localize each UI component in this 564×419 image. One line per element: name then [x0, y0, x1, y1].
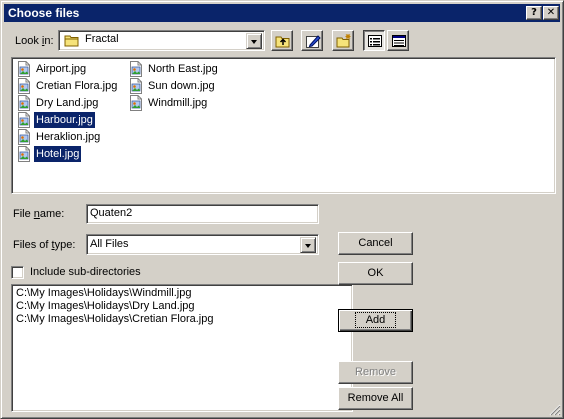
list-view-button[interactable]: [363, 30, 385, 51]
cancel-button[interactable]: Cancel: [338, 232, 413, 255]
selected-path-item[interactable]: C:\My Images\Holidays\Dry Land.jpg: [16, 300, 213, 313]
help-button[interactable]: ?: [526, 6, 542, 20]
look-in-combo[interactable]: Fractal: [58, 30, 265, 51]
choose-files-dialog: Choose files ? ✕ Look in: Fractal Airpor…: [0, 0, 564, 419]
jpg-file-icon: [18, 61, 30, 77]
edit-button[interactable]: [301, 30, 323, 51]
file-item[interactable]: Cretian Flora.jpg: [16, 78, 119, 94]
file-item[interactable]: Airport.jpg: [16, 61, 88, 77]
up-folder-button[interactable]: [271, 30, 293, 51]
selected-path-item[interactable]: C:\My Images\Holidays\Cretian Flora.jpg: [16, 313, 213, 326]
selected-files-list[interactable]: C:\My Images\Holidays\Windmill.jpg C:\My …: [11, 284, 353, 412]
details-view-icon: [392, 35, 406, 47]
file-item[interactable]: Heraklion.jpg: [16, 129, 102, 145]
file-name: Airport.jpg: [36, 63, 87, 75]
file-name: Sun down.jpg: [148, 80, 215, 92]
file-name-value: Quaten2: [90, 207, 133, 219]
jpg-file-icon: [18, 95, 30, 111]
look-in-dropdown-arrow[interactable]: [246, 33, 262, 49]
look-in-label: Look in:: [15, 35, 54, 47]
file-name: Cretian Flora.jpg: [36, 80, 118, 92]
jpg-file-icon: [18, 129, 30, 145]
file-name: Dry Land.jpg: [36, 97, 99, 109]
remove-all-button[interactable]: Remove All: [338, 387, 413, 410]
title-bar[interactable]: Choose files ? ✕: [4, 4, 560, 22]
jpg-file-icon: [130, 78, 142, 94]
up-folder-icon: [275, 36, 290, 48]
list-view-icon: [368, 35, 382, 47]
remove-button[interactable]: Remove: [338, 361, 413, 384]
selected-path-item[interactable]: C:\My Images\Holidays\Windmill.jpg: [16, 287, 213, 300]
file-item[interactable]: Harbour.jpg: [16, 112, 95, 128]
file-type-label: Files of type:: [13, 239, 76, 251]
look-in-value: Fractal: [85, 33, 119, 45]
include-subdirs-label[interactable]: Include sub-directories: [30, 266, 141, 278]
details-view-button[interactable]: [387, 30, 409, 51]
file-item[interactable]: Sun down.jpg: [128, 78, 217, 94]
file-name: North East.jpg: [148, 63, 218, 75]
file-type-dropdown-arrow[interactable]: [300, 237, 316, 253]
jpg-file-icon: [130, 61, 142, 77]
file-name: Harbour.jpg: [34, 112, 95, 128]
file-name: Hotel.jpg: [34, 146, 82, 162]
new-folder-button[interactable]: [332, 30, 354, 51]
jpg-file-icon: [18, 112, 30, 128]
file-item[interactable]: North East.jpg: [128, 61, 220, 77]
file-type-value: All Files: [90, 238, 129, 250]
close-button[interactable]: ✕: [543, 6, 559, 20]
jpg-file-icon: [18, 146, 30, 162]
include-subdirs-checkbox[interactable]: [11, 266, 24, 279]
window-title: Choose files: [8, 6, 80, 20]
file-name: Windmill.jpg: [148, 97, 208, 109]
selected-paths: C:\My Images\Holidays\Windmill.jpg C:\My …: [16, 287, 213, 326]
file-item[interactable]: Hotel.jpg: [16, 146, 82, 162]
file-name-field[interactable]: Quaten2: [86, 204, 319, 224]
ok-button[interactable]: OK: [338, 262, 413, 285]
file-name: Heraklion.jpg: [36, 131, 101, 143]
file-name-label: File name:: [13, 208, 65, 220]
size-grip-icon[interactable]: [549, 404, 561, 416]
file-type-combo[interactable]: All Files: [86, 234, 319, 255]
file-item[interactable]: Windmill.jpg: [128, 95, 209, 111]
add-button[interactable]: Add: [338, 309, 413, 332]
new-folder-icon: [336, 34, 351, 48]
folder-icon: [64, 35, 79, 47]
jpg-file-icon: [130, 95, 142, 111]
jpg-file-icon: [18, 78, 30, 94]
file-list[interactable]: Airport.jpg Cretian Flora.jpg Dry Land.jpg…: [11, 57, 556, 194]
edit-icon: [306, 35, 321, 48]
file-item[interactable]: Dry Land.jpg: [16, 95, 100, 111]
